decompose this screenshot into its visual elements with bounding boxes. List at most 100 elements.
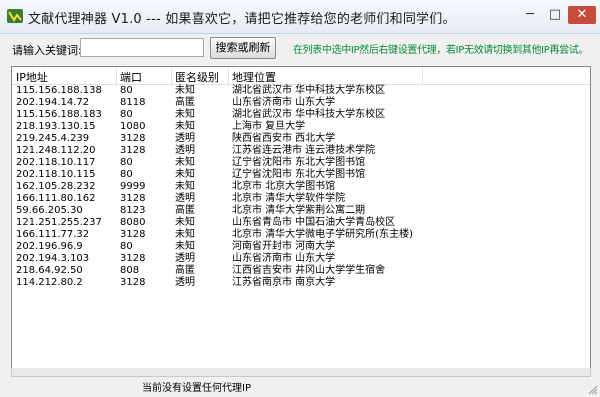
resize-grip-icon[interactable] <box>588 385 598 395</box>
cell-location: 北京市 清华大学紫荆公寓二期 <box>232 205 366 216</box>
cell-port: 80 <box>120 85 133 96</box>
cell-port: 1080 <box>120 121 146 132</box>
table-row[interactable]: 162.105.28.232 9999 未知 北京市 北京大学图书馆 <box>12 181 590 193</box>
window-title: 文献代理神器 V1.0 --- 如果喜欢它，请把它推荐给您的老师们和同学们。 <box>28 12 456 27</box>
cell-anonymity: 高匿 <box>175 205 195 216</box>
cell-ip: 166.111.77.32 <box>16 229 90 240</box>
cell-anonymity: 未知 <box>175 85 195 96</box>
horizontal-scrollbar[interactable] <box>11 368 591 377</box>
cell-port: 3128 <box>120 145 146 156</box>
cell-location: 陕西省西安市 西北大学 <box>232 133 336 144</box>
cell-port: 3128 <box>120 133 146 144</box>
cell-port: 8123 <box>120 205 146 216</box>
title-bar[interactable]: 文献代理神器 V1.0 --- 如果喜欢它，请把它推荐给您的老师们和同学们。 ─… <box>0 0 600 34</box>
cell-anonymity: 透明 <box>175 145 195 156</box>
table-row[interactable]: 121.251.255.237 8080 未知 山东省青岛市 中国石油大学青岛校区 <box>12 217 590 229</box>
table-row[interactable]: 59.66.205.30 8123 高匿 北京市 清华大学紫荆公寓二期 <box>12 205 590 217</box>
table-row[interactable]: 166.111.80.162 3128 透明 北京市 清华大学软件学院 <box>12 193 590 205</box>
cell-port: 3128 <box>120 253 146 264</box>
table-row[interactable]: 115.156.188.138 80 未知 湖北省武汉市 华中科技大学东校区 <box>12 85 590 97</box>
cell-anonymity: 透明 <box>175 253 195 264</box>
cell-anonymity: 高匿 <box>175 265 195 276</box>
cell-port: 3128 <box>120 229 146 240</box>
cell-location: 湖北省武汉市 华中科技大学东校区 <box>232 109 386 120</box>
cell-location: 辽宁省沈阳市 东北大学图书馆 <box>232 169 366 180</box>
cell-location: 江苏省南京市 南京大学 <box>232 277 336 288</box>
list-header: IP地址 端口 匿名级别 地理位置 <box>12 67 590 85</box>
close-button[interactable]: ✕ <box>568 6 596 24</box>
cell-port: 3128 <box>120 277 146 288</box>
cell-ip: 121.251.255.237 <box>16 217 102 228</box>
cell-location: 辽宁省沈阳市 东北大学图书馆 <box>232 157 366 168</box>
cell-ip: 162.105.28.232 <box>16 181 96 192</box>
cell-ip: 202.118.10.115 <box>16 169 96 180</box>
status-text: 当前没有设置任何代理IP <box>142 383 251 394</box>
cell-location: 北京市 清华大学微电子学研究所(东主楼) <box>232 229 413 240</box>
cell-location: 山东省青岛市 中国石油大学青岛校区 <box>232 217 396 228</box>
cell-location: 山东省济南市 山东大学 <box>232 97 336 108</box>
cell-port: 3128 <box>120 193 146 204</box>
cell-anonymity: 未知 <box>175 109 195 120</box>
cell-port: 80 <box>120 109 133 120</box>
cell-anonymity: 透明 <box>175 277 195 288</box>
cell-ip: 166.111.80.162 <box>16 193 96 204</box>
table-row[interactable]: 121.248.112.20 3128 透明 江苏省连云港市 连云港技术学院 <box>12 145 590 157</box>
cell-port: 80 <box>120 157 133 168</box>
cell-ip: 114.212.80.2 <box>16 277 83 288</box>
cell-anonymity: 未知 <box>175 241 195 252</box>
table-row[interactable]: 202.196.96.9 80 未知 河南省开封市 河南大学 <box>12 241 590 253</box>
cell-ip: 202.194.3.103 <box>16 253 90 264</box>
cell-location: 北京市 北京大学图书馆 <box>232 181 336 192</box>
usage-hint: 在列表中选中IP然后右键设置代理，若IP无效请切换到其他IP再尝试。 <box>293 45 589 56</box>
app-logo-icon <box>7 9 23 23</box>
cell-anonymity: 未知 <box>175 229 195 240</box>
cell-location: 江苏省连云港市 连云港技术学院 <box>232 145 376 156</box>
search-input[interactable] <box>80 38 204 57</box>
cell-port: 80 <box>120 169 133 180</box>
column-header-anonymity[interactable]: 匿名级别 <box>175 69 219 85</box>
cell-port: 80 <box>120 241 133 252</box>
cell-port: 9999 <box>120 181 146 192</box>
search-label: 请输入关键词: <box>12 44 82 57</box>
cell-anonymity: 透明 <box>175 193 195 204</box>
proxy-list[interactable]: IP地址 端口 匿名级别 地理位置 115.156.188.138 80 未知 湖北省… <box>11 66 591 369</box>
cell-port: 8118 <box>120 97 146 108</box>
column-header-port[interactable]: 端口 <box>120 69 142 85</box>
minimize-button[interactable]: ─ <box>520 6 540 24</box>
table-row[interactable]: 218.64.92.50 808 高匿 江西省吉安市 井冈山大学学生宿舍 <box>12 265 590 277</box>
cell-ip: 218.64.92.50 <box>16 265 83 276</box>
cell-ip: 218.193.130.15 <box>16 121 96 132</box>
cell-port: 8080 <box>120 217 146 228</box>
cell-ip: 202.194.14.72 <box>16 97 90 108</box>
cell-anonymity: 未知 <box>175 157 195 168</box>
list-rows: 115.156.188.138 80 未知 湖北省武汉市 华中科技大学东校区 202.1… <box>12 85 590 289</box>
cell-location: 北京市 清华大学软件学院 <box>232 193 346 204</box>
maximize-button[interactable]: □ <box>545 6 565 24</box>
table-row[interactable]: 115.156.188.183 80 未知 湖北省武汉市 华中科技大学东校区 <box>12 109 590 121</box>
column-header-location[interactable]: 地理位置 <box>232 69 276 85</box>
cell-location: 山东省济南市 山东大学 <box>232 253 336 264</box>
table-row[interactable]: 219.245.4.239 3128 透明 陕西省西安市 西北大学 <box>12 133 590 145</box>
table-row[interactable]: 202.118.10.115 80 未知 辽宁省沈阳市 东北大学图书馆 <box>12 169 590 181</box>
cell-anonymity: 未知 <box>175 121 195 132</box>
cell-anonymity: 未知 <box>175 217 195 228</box>
app-window: 文献代理神器 V1.0 --- 如果喜欢它，请把它推荐给您的老师们和同学们。 ─… <box>0 0 600 397</box>
cell-anonymity: 未知 <box>175 181 195 192</box>
table-row[interactable]: 202.118.10.117 80 未知 辽宁省沈阳市 东北大学图书馆 <box>12 157 590 169</box>
table-row[interactable]: 218.193.130.15 1080 未知 上海市 复旦大学 <box>12 121 590 133</box>
column-header-ip[interactable]: IP地址 <box>16 69 48 85</box>
table-row[interactable]: 114.212.80.2 3128 透明 江苏省南京市 南京大学 <box>12 277 590 289</box>
table-row[interactable]: 166.111.77.32 3128 未知 北京市 清华大学微电子学研究所(东主楼) <box>12 229 590 241</box>
cell-ip: 115.156.188.183 <box>16 109 102 120</box>
cell-ip: 59.66.205.30 <box>16 205 83 216</box>
search-refresh-button[interactable]: 搜索或刷新 <box>210 37 276 59</box>
cell-ip: 219.245.4.239 <box>16 133 90 144</box>
cell-anonymity: 透明 <box>175 133 195 144</box>
cell-location: 河南省开封市 河南大学 <box>232 241 336 252</box>
cell-location: 上海市 复旦大学 <box>232 121 306 132</box>
cell-anonymity: 未知 <box>175 169 195 180</box>
table-row[interactable]: 202.194.14.72 8118 高匿 山东省济南市 山东大学 <box>12 97 590 109</box>
table-row[interactable]: 202.194.3.103 3128 透明 山东省济南市 山东大学 <box>12 253 590 265</box>
cell-ip: 202.196.96.9 <box>16 241 83 252</box>
cell-anonymity: 高匿 <box>175 97 195 108</box>
